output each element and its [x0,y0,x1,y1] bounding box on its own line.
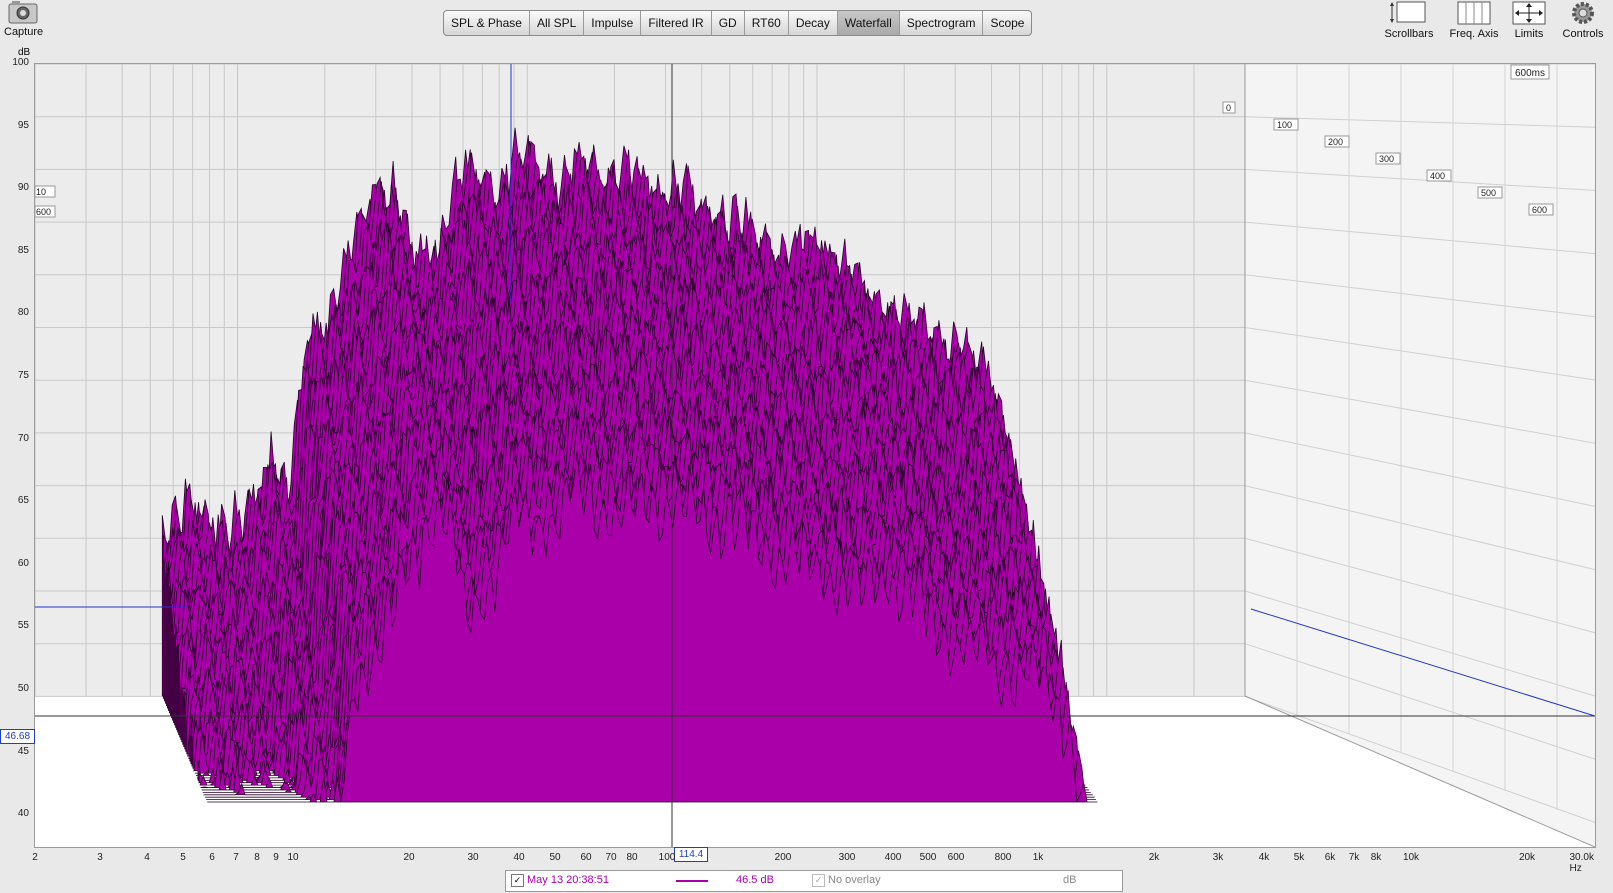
x-tick-label: 60 [580,852,592,863]
x-tick-label: 5k [1293,852,1305,863]
tab-filtered-ir[interactable]: Filtered IR [641,11,712,35]
trace-color-swatch [676,880,708,882]
y-tick-label: 80 [17,307,29,319]
y-tick-label: 85 [17,244,29,256]
x-tick-label: 50 [549,852,561,863]
x-tick-label: 800 [994,852,1012,863]
cursor-db-readout: 46.68 [0,729,35,744]
controls-label: Controls [1562,28,1604,40]
y-tick-label: 65 [17,495,29,507]
x-tick-label: 600 [947,852,965,863]
cursor-freq-readout: 114.4 [674,847,708,862]
camera-icon [8,1,38,24]
limits-label: Limits [1514,28,1544,40]
x-tick-label: 40 [513,852,525,863]
tab-scope[interactable]: Scope [983,11,1031,35]
tab-rt60[interactable]: RT60 [745,11,789,35]
time-label: 400 [1430,171,1445,181]
x-tick-label: 10k [1402,852,1420,863]
time-unit-label: 600ms [1515,68,1545,79]
tab-spectrogram[interactable]: Spectrogram [900,11,984,35]
x-tick-label: 30 [467,852,479,863]
back-label: 600 [36,207,51,217]
measurement-value: 46.5 dB [736,874,774,886]
x-tick-label: 2 [32,852,38,863]
x-tick-label: 3k [1212,852,1224,863]
tab-waterfall[interactable]: Waterfall [837,11,900,35]
y-tick-label: 90 [17,182,29,194]
waterfall-plot[interactable]: 0 100 200 300 400 500 600 600ms 10 600 [34,63,1596,848]
graph-type-tabs: SPL & Phase All SPL Impulse Filtered IR GD RT… [443,10,1033,36]
x-tick-label: 80 [626,852,638,863]
freq-axis-icon [1457,1,1491,25]
y-tick-label: 60 [17,557,29,569]
x-tick-label: 10 [287,852,299,863]
x-tick-label: 3 [97,852,103,863]
tab-decay[interactable]: Decay [789,11,838,35]
measurement-name: May 13 20:38:51 [527,874,609,886]
gear-icon [1572,2,1594,24]
x-tick-label: 7 [233,852,239,863]
x-tick-label: 100 [658,852,676,863]
scrollbars-button[interactable]: Scrollbars [1382,0,1436,40]
x-tick-label: 200 [774,852,792,863]
x-tick-label: 4k [1258,852,1270,863]
x-tick-label: 70 [605,852,617,863]
tab-gd[interactable]: GD [712,11,745,35]
y-tick-label: 45 [17,745,29,757]
x-tick-label: 9 [273,852,279,863]
x-tick-label: 400 [884,852,902,863]
capture-label: Capture [4,26,44,38]
x-tick-label: 6k [1324,852,1336,863]
x-tick-label: 5 [180,852,186,863]
legend-bar: ✓ May 13 20:38:51 46.5 dB ✓ No overlay d… [505,870,1123,892]
tab-impulse[interactable]: Impulse [584,11,642,35]
freq-axis-button[interactable]: Freq. Axis [1444,0,1504,40]
x-tick-label: 8 [254,852,260,863]
controls-button[interactable]: Controls [1558,0,1608,40]
scrollbars-icon [1390,1,1426,23]
limits-icon [1512,1,1546,25]
measurement-checkbox[interactable]: ✓ [511,874,524,887]
time-label: 300 [1379,154,1394,164]
capture-button[interactable]: Capture [4,0,44,38]
x-tick-label: 500 [919,852,937,863]
time-label: 100 [1277,120,1292,130]
x-tick-label: 6 [209,852,215,863]
y-tick-label: 75 [17,370,29,381]
freq-axis-label: Freq. Axis [1449,28,1499,40]
y-tick-label: 70 [17,432,29,444]
overlay-label: No overlay [828,874,881,886]
x-tick-label: 30.0k Hz [1569,852,1594,874]
x-tick-label: 2k [1148,852,1160,863]
back-label: 10 [36,187,46,197]
y-tick-label: 100 [12,57,29,68]
x-tick-label: 8k [1370,852,1382,863]
x-tick-label: 4 [144,852,150,863]
limits-button[interactable]: Limits [1508,0,1550,40]
x-tick-label: 20 [403,852,415,863]
overlay-checkbox[interactable]: ✓ [812,874,825,887]
y-tick-label: 55 [17,620,29,632]
tab-spl-phase[interactable]: SPL & Phase [444,11,530,35]
waterfall-chart[interactable]: 0 100 200 300 400 500 600 600ms 10 600 [35,64,1595,847]
overlay-unit: dB [1063,874,1077,886]
y-tick-label: 50 [17,683,29,694]
time-label: 600 [1532,205,1547,215]
time-label: 200 [1328,137,1343,147]
y-tick-label: 95 [17,119,29,131]
time-label: 500 [1481,188,1496,198]
x-tick-label: 300 [838,852,856,863]
tab-all-spl[interactable]: All SPL [530,11,585,35]
scrollbars-label: Scrollbars [1384,28,1434,40]
x-tick-label: 7k [1348,852,1360,863]
x-tick-label: 20k [1518,852,1536,863]
y-tick-label: 40 [17,808,29,820]
x-tick-label: 1k [1032,852,1044,863]
time-label: 0 [1226,103,1231,113]
